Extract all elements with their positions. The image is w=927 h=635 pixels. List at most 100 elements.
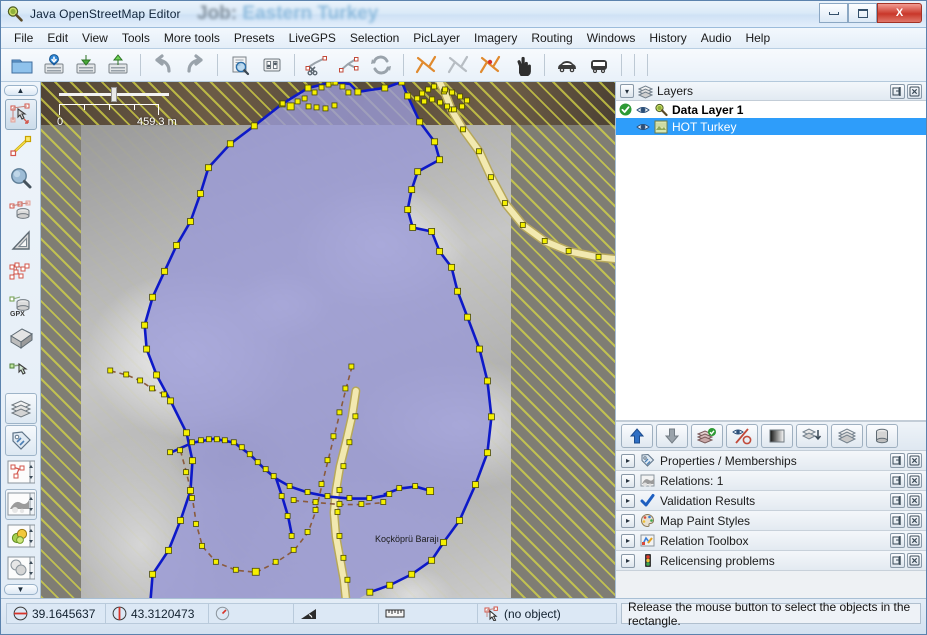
reverse-way-icon[interactable] [366,51,396,79]
menu-routing[interactable]: Routing [524,29,579,47]
delete-tool[interactable] [5,194,37,225]
split-way-icon[interactable] [302,51,332,79]
redo-icon[interactable] [180,51,210,79]
panel-close-button[interactable] [907,513,922,528]
layers-pin-button[interactable] [890,84,905,99]
combine-way-icon[interactable] [334,51,364,79]
duplicate-layer-button[interactable] [831,424,863,448]
menu-imagery[interactable]: Imagery [467,29,524,47]
menu-more-tools[interactable]: More tools [157,29,227,47]
measurement-tool[interactable] [5,226,37,257]
relations-toggle[interactable] [5,489,37,520]
simplify-way-icon[interactable] [411,51,441,79]
expand-icon[interactable]: ▸ [621,534,635,548]
menu-piclayer[interactable]: PicLayer [406,29,467,47]
delete-layer-button[interactable] [866,424,898,448]
toolstrip-scroll-down[interactable]: ▼ [4,584,38,595]
menu-history[interactable]: History [642,29,693,47]
panel-relations[interactable]: ▸ Relations: 1 [616,471,926,491]
upload-icon[interactable] [103,51,133,79]
close-button[interactable]: X [877,3,922,23]
layer-row-hot-turkey[interactable]: HOT Turkey [616,118,926,135]
menu-audio[interactable]: Audio [694,29,739,47]
panel-pin-button[interactable] [890,473,905,488]
history-toggle[interactable] [5,552,37,583]
zoom-slider[interactable] [59,90,169,98]
open-file-icon[interactable] [7,51,37,79]
maximize-button[interactable] [848,3,877,23]
activate-layer-button[interactable] [691,424,723,448]
zoom-tool[interactable] [5,163,37,194]
move-layer-up-button[interactable] [621,424,653,448]
layer-active-icon[interactable] [619,103,632,116]
panel-map-paint-styles[interactable]: ▸ Map Paint Styles [616,511,926,531]
panel-pin-button[interactable] [890,513,905,528]
expand-icon[interactable]: ▸ [621,554,635,568]
layer-list[interactable]: Data Layer 1 HOT Turkey [616,101,926,421]
panel-validation-results[interactable]: ▸ Validation Results [616,491,926,511]
menu-presets[interactable]: Presets [227,29,282,47]
map-scale-bar[interactable]: 0 459.3 m [55,90,217,130]
layer-list-empty-space[interactable] [616,135,926,420]
improve-way-tool[interactable] [5,258,37,289]
menu-windows[interactable]: Windows [580,29,643,47]
osm-vector-data[interactable] [41,82,615,598]
orthogonalize-icon[interactable] [475,51,505,79]
align-nodes-icon[interactable] [443,51,473,79]
menu-view[interactable]: View [75,29,115,47]
layers-close-button[interactable] [907,84,922,99]
car-icon[interactable] [552,51,582,79]
menu-livegps[interactable]: LiveGPS [282,29,343,47]
panel-pin-button[interactable] [890,553,905,568]
panel-properties-memberships[interactable]: ▸ Properties / Memberships [616,451,926,471]
tags-toggle[interactable] [5,425,37,456]
panel-pin-button[interactable] [890,493,905,508]
map-canvas[interactable]: 0 459.3 m Koçköprü Barajı [41,82,615,598]
map-view[interactable]: 0 459.3 m Koçköprü Barajı [41,82,615,598]
panel-relation-toolbox[interactable]: ▸ Relation Toolbox [616,531,926,551]
expand-icon[interactable]: ▸ [621,454,635,468]
move-layer-down-button[interactable] [656,424,688,448]
minimize-button[interactable] [819,3,848,23]
expand-icon[interactable]: ▸ [621,514,635,528]
expand-icon[interactable]: ▸ [621,494,635,508]
save-icon[interactable] [71,51,101,79]
menu-tools[interactable]: Tools [115,29,157,47]
validation-toggle[interactable] [5,521,37,552]
undo-icon[interactable] [148,51,178,79]
show-hide-layer-button[interactable] [726,424,758,448]
menu-file[interactable]: File [7,29,40,47]
toolstrip-scroll-up[interactable]: ▲ [4,85,38,96]
menu-help[interactable]: Help [738,29,777,47]
panel-close-button[interactable] [907,453,922,468]
select-tool[interactable] [5,99,37,130]
panel-close-button[interactable] [907,493,922,508]
layers-collapse-icon[interactable]: ▾ [620,84,634,98]
selection-toggle[interactable] [5,457,37,488]
panel-pin-button[interactable] [890,453,905,468]
panel-close-button[interactable] [907,473,922,488]
draw-tool[interactable] [5,131,37,162]
preferences-icon[interactable] [257,51,287,79]
layers-toggle[interactable] [5,393,37,424]
layer-row-data-layer-1[interactable]: Data Layer 1 [616,101,926,118]
menu-selection[interactable]: Selection [343,29,406,47]
download-data-icon[interactable] [39,51,69,79]
panel-relicensing-problems[interactable]: ▸ Relicensing problems [616,551,926,571]
gpx-delete-tool[interactable]: GPX [5,289,37,320]
layer-opacity-button[interactable] [761,424,793,448]
unglue-icon[interactable] [507,51,537,79]
layer-visibility-icon[interactable] [636,104,650,116]
panel-close-button[interactable] [907,533,922,548]
menu-edit[interactable]: Edit [40,29,75,47]
merge-layer-button[interactable] [796,424,828,448]
building-tool[interactable] [5,321,37,352]
expand-icon[interactable]: ▸ [621,474,635,488]
parallel-tool[interactable] [5,353,37,384]
panel-close-button[interactable] [907,553,922,568]
zoom-slider-knob[interactable] [111,87,117,102]
layer-visibility-icon[interactable] [636,121,650,133]
panel-pin-button[interactable] [890,533,905,548]
bus-icon[interactable] [584,51,614,79]
search-preset-icon[interactable] [225,51,255,79]
